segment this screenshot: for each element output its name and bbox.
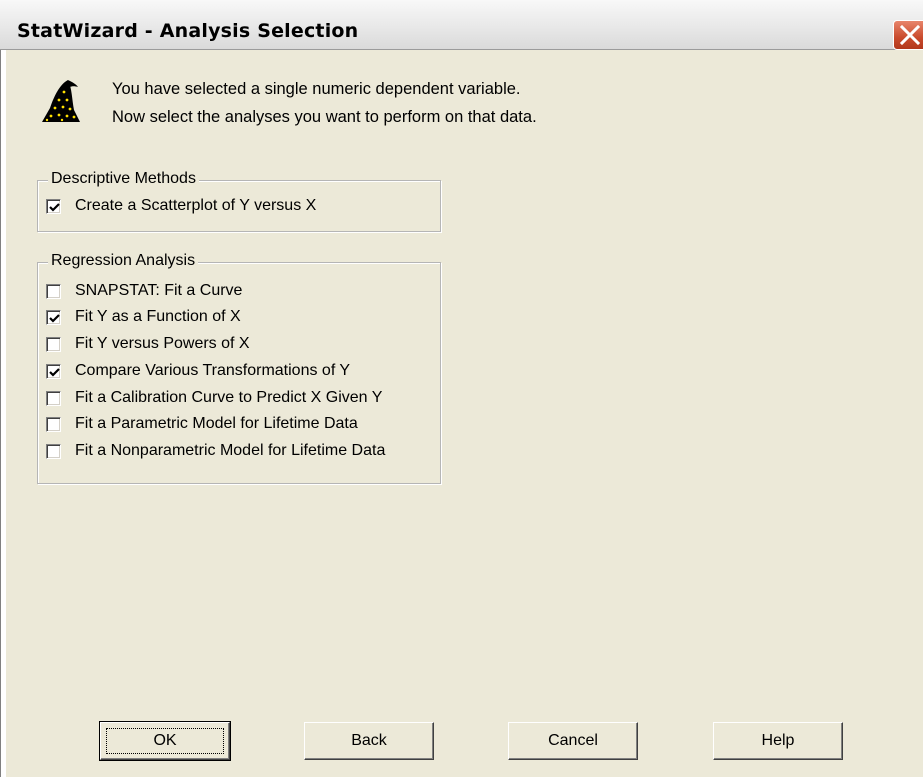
checkbox-label: Fit a Parametric Model for Lifetime Data	[75, 415, 358, 432]
checkbox-box[interactable]	[46, 443, 61, 459]
checkbox-nonparametric-lifetime[interactable]: Fit a Nonparametric Model for Lifetime D…	[46, 440, 385, 462]
checkbox-fit-y-function-of-x[interactable]: Fit Y as a Function of X	[46, 306, 241, 328]
checkbox-label: Compare Various Transformations of Y	[75, 362, 351, 379]
help-button-label: Help	[761, 732, 795, 749]
intro-text-line-2: Now select the analyses you want to perf…	[112, 108, 537, 126]
checkbox-compare-transformations[interactable]: Compare Various Transformations of Y	[46, 360, 350, 382]
wizard-hat-icon	[42, 80, 80, 122]
checkbox-box[interactable]	[46, 363, 61, 379]
statwizard-dialog: StatWizard - Analysis Selection You have…	[0, 0, 923, 777]
checkbox-parametric-lifetime[interactable]: Fit a Parametric Model for Lifetime Data	[46, 413, 358, 435]
focus-rect	[106, 728, 224, 754]
intro-text-line-1: You have selected a single numeric depen…	[112, 80, 521, 98]
window-title: StatWizard - Analysis Selection	[17, 20, 359, 42]
checkbox-fit-y-powers-of-x[interactable]: Fit Y versus Powers of X	[46, 333, 250, 355]
descriptive-methods-legend: Descriptive Methods	[48, 170, 199, 188]
checkbox-calibration-curve[interactable]: Fit a Calibration Curve to Predict X Giv…	[46, 387, 382, 409]
regression-analysis-group: Regression Analysis SNAPSTAT: Fit a Curv…	[37, 252, 441, 484]
checkbox-box[interactable]	[46, 390, 61, 406]
checkbox-label: Fit a Nonparametric Model for Lifetime D…	[75, 442, 386, 459]
back-button-label: Back	[351, 732, 387, 749]
checkbox-label: Fit Y versus Powers of X	[75, 335, 250, 352]
ok-button[interactable]: OK	[99, 721, 231, 761]
window-border	[0, 0, 6, 777]
descriptive-methods-group: Descriptive Methods Create a Scatterplot…	[37, 170, 441, 232]
checkbox-box[interactable]	[46, 416, 61, 432]
checkbox-label: Fit a Calibration Curve to Predict X Giv…	[75, 389, 383, 406]
checkmark-icon	[49, 202, 60, 212]
checkbox-create-scatterplot[interactable]: Create a Scatterplot of Y versus X	[46, 195, 316, 217]
regression-analysis-legend: Regression Analysis	[48, 252, 199, 270]
title-bar[interactable]: StatWizard - Analysis Selection	[0, 0, 923, 50]
checkbox-box[interactable]	[46, 198, 61, 214]
checkbox-box[interactable]	[46, 336, 61, 352]
checkbox-label: Fit Y as a Function of X	[75, 308, 241, 325]
close-button[interactable]	[893, 20, 923, 50]
checkbox-snapstat-fit-curve[interactable]: SNAPSTAT: Fit a Curve	[46, 280, 242, 302]
cancel-button[interactable]: Cancel	[508, 722, 638, 760]
checkbox-label: Create a Scatterplot of Y versus X	[75, 197, 317, 214]
checkbox-box[interactable]	[46, 283, 61, 299]
checkmark-icon	[49, 367, 60, 377]
close-icon	[899, 25, 921, 45]
cancel-button-label: Cancel	[548, 732, 598, 749]
checkbox-label: SNAPSTAT: Fit a Curve	[75, 282, 243, 299]
help-button[interactable]: Help	[713, 722, 843, 760]
back-button[interactable]: Back	[304, 722, 434, 760]
checkbox-box[interactable]	[46, 309, 61, 325]
checkmark-icon	[49, 313, 60, 323]
